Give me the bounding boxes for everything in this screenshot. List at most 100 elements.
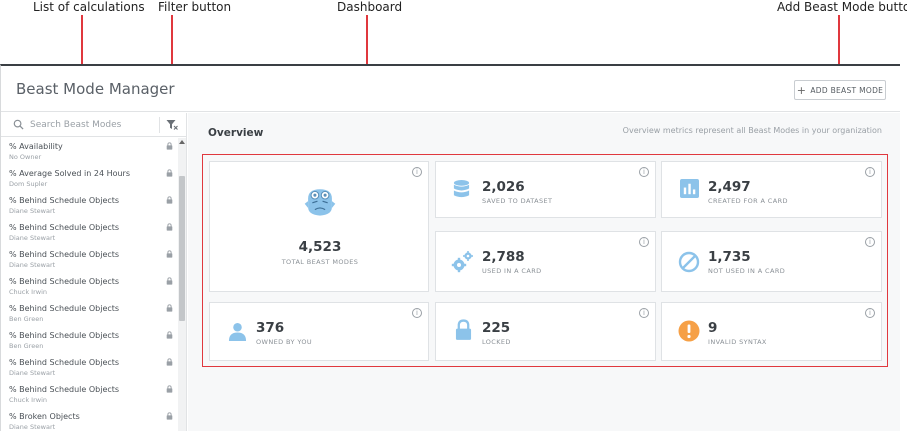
calculation-name: % Behind Schedule Objects [9, 196, 120, 205]
calculation-owner: Diane Stewart [9, 423, 56, 431]
lock-icon [166, 277, 173, 285]
lock-icon [166, 331, 173, 339]
metric-value-total: 4,523 [298, 239, 342, 255]
overview-title: Overview [208, 127, 264, 139]
info-icon[interactable]: i [639, 167, 649, 177]
metric-value-owned-by-you: 376 [256, 320, 285, 336]
search-row [1, 113, 186, 137]
calculation-list: % Availability No Owner % Average Solved i… [1, 138, 177, 431]
calculation-owner: Dom Supler [9, 180, 48, 188]
page-title: Beast Mode Manager [16, 80, 175, 98]
list-item[interactable]: % Behind Schedule Objects Chuck Irwin [1, 273, 177, 300]
lock-icon [166, 412, 173, 420]
sidebar: % Availability No Owner % Average Solved i… [1, 113, 187, 431]
metric-label-locked: LOCKED [482, 338, 511, 346]
metric-card-locked: i 225 LOCKED [435, 302, 656, 361]
warning-icon [678, 320, 700, 342]
list-item[interactable]: % Behind Schedule Objects Diane Stewart [1, 246, 177, 273]
calculation-owner: Chuck Irwin [9, 396, 48, 404]
add-beast-mode-label: ADD BEAST MODE [810, 85, 884, 95]
lock-icon [166, 250, 173, 258]
prohibited-icon [678, 251, 700, 273]
lock-icon [166, 169, 173, 177]
metric-label-invalid-syntax: INVALID SYNTAX [708, 338, 767, 346]
list-item[interactable]: % Behind Schedule Objects Ben Green [1, 327, 177, 354]
gears-icon [451, 251, 473, 273]
lock-icon [166, 358, 173, 366]
calculation-owner: Diane Stewart [9, 207, 56, 215]
calculation-name: % Behind Schedule Objects [9, 304, 120, 313]
info-icon[interactable]: i [412, 167, 422, 177]
bar-chart-icon [680, 179, 699, 198]
list-item[interactable]: % Behind Schedule Objects Ben Green [1, 300, 177, 327]
calculation-name: % Behind Schedule Objects [9, 331, 120, 340]
filter-icon[interactable] [166, 119, 178, 131]
metric-value-created-for-a-card: 2,497 [708, 179, 751, 195]
filter-separator [159, 117, 160, 133]
calculation-name: % Broken Objects [9, 412, 80, 421]
info-icon[interactable]: i [412, 308, 422, 318]
calculation-name: % Availability [9, 142, 63, 151]
metric-value-invalid-syntax: 9 [708, 320, 718, 336]
beast-mode-mascot-icon [304, 189, 336, 216]
list-item[interactable]: % Behind Schedule Objects Diane Stewart [1, 354, 177, 381]
metric-label-saved-to-dataset: SAVED TO DATASET [482, 197, 553, 205]
info-icon[interactable]: i [639, 308, 649, 318]
scroll-thumb[interactable] [179, 176, 185, 321]
list-item[interactable]: % Behind Schedule Objects Chuck Irwin [1, 381, 177, 408]
metric-card-not-used-in-a-card: i 1,735 NOT USED IN A CARD [661, 231, 882, 292]
plus-icon: + [796, 83, 807, 97]
search-icon [13, 119, 24, 130]
lock-icon [166, 304, 173, 312]
info-icon[interactable]: i [639, 237, 649, 247]
list-item[interactable]: % Broken Objects Diane Stewart [1, 408, 177, 431]
metric-card-total-beast-modes: i 4,523 TOTAL BEAST MODES [209, 161, 429, 292]
info-icon[interactable]: i [865, 167, 875, 177]
metric-label-owned-by-you: OWNED BY YOU [256, 338, 313, 346]
annotation-list-of-calculations: List of calculations [33, 0, 145, 14]
user-icon [228, 322, 247, 341]
annotation-add-beast-mode-button: Add Beast Mode button [777, 0, 907, 14]
calculation-owner: Diane Stewart [9, 369, 56, 377]
list-item[interactable]: % Average Solved in 24 Hours Dom Supler [1, 165, 177, 192]
beast-mode-manager-app: Beast Mode Manager + ADD BEAST MODE % Av… [0, 64, 900, 431]
calculation-name: % Behind Schedule Objects [9, 250, 120, 259]
calculation-name: % Behind Schedule Objects [9, 277, 120, 286]
calculation-name: % Behind Schedule Objects [9, 385, 120, 394]
metric-value-saved-to-dataset: 2,026 [482, 179, 525, 195]
info-icon[interactable]: i [865, 237, 875, 247]
scroll-up-arrow-icon[interactable] [179, 140, 185, 144]
list-item[interactable]: % Behind Schedule Objects Diane Stewart [1, 219, 177, 246]
add-beast-mode-button[interactable]: + ADD BEAST MODE [794, 80, 886, 100]
annotation-filter-button: Filter button [158, 0, 232, 14]
calculation-name: % Behind Schedule Objects [9, 223, 120, 232]
metric-card-used-in-a-card: i 2,788 USED IN A CARD [435, 231, 656, 292]
list-item[interactable]: % Behind Schedule Objects Diane Stewart [1, 192, 177, 219]
metric-label-created-for-a-card: CREATED FOR A CARD [708, 197, 788, 205]
calculation-name: % Average Solved in 24 Hours [9, 169, 131, 178]
lock-icon [166, 385, 173, 393]
metric-card-owned-by-you: i 376 OWNED BY YOU [209, 302, 429, 361]
main-content: Overview Overview metrics represent all … [188, 113, 900, 431]
overview-subtitle: Overview metrics represent all Beast Mod… [622, 126, 882, 135]
metric-card-saved-to-dataset: i 2,026 SAVED TO DATASET [435, 161, 656, 218]
metric-value-not-used-in-a-card: 1,735 [708, 249, 751, 265]
calculation-owner: No Owner [9, 153, 42, 161]
metric-value-used-in-a-card: 2,788 [482, 249, 525, 265]
lock-icon [166, 223, 173, 231]
metric-value-locked: 225 [482, 320, 511, 336]
calculation-owner: Chuck Irwin [9, 288, 48, 296]
dashboard: i 4,523 TOTAL BEAST MODES i 2,026 SAVED … [202, 154, 888, 367]
metric-label-not-used-in-a-card: NOT USED IN A CARD [708, 267, 786, 275]
lock-icon [166, 196, 173, 204]
metric-card-created-for-a-card: i 2,497 CREATED FOR A CARD [661, 161, 882, 218]
sidebar-scrollbar[interactable] [178, 138, 186, 431]
list-item[interactable]: % Availability No Owner [1, 138, 177, 165]
info-icon[interactable]: i [865, 308, 875, 318]
annotation-dashboard: Dashboard [337, 0, 403, 14]
calculation-owner: Diane Stewart [9, 234, 56, 242]
search-input[interactable] [30, 117, 155, 133]
lock-icon [166, 142, 173, 150]
app-header: Beast Mode Manager + ADD BEAST MODE [1, 66, 900, 112]
metric-label-total: TOTAL BEAST MODES [281, 258, 359, 266]
